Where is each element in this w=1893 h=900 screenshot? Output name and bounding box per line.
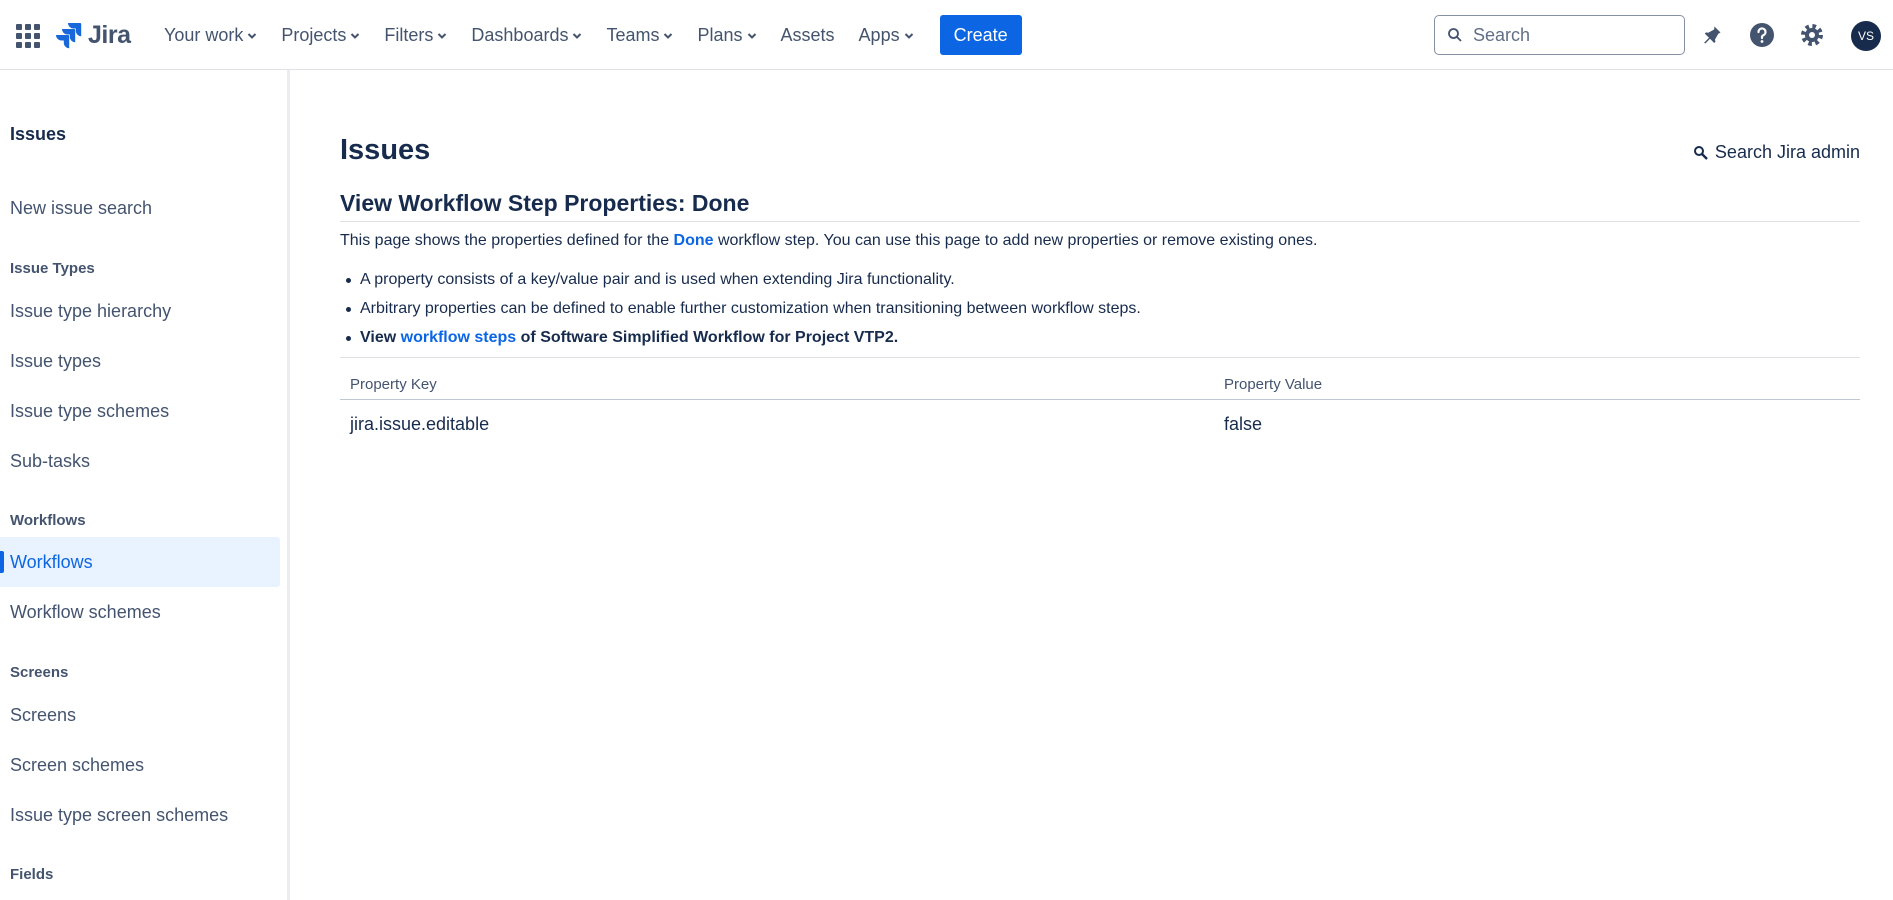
search-icon — [1448, 28, 1462, 42]
nav-filters[interactable]: Filters — [372, 19, 459, 51]
sidebar-item-label: Screens — [10, 704, 77, 725]
chevron-down-icon — [351, 33, 360, 39]
brand-name: Jira — [88, 20, 131, 49]
sidebar-item-label: Issue types — [10, 350, 102, 371]
sidebar-item-label: Issue type screen schemes — [10, 804, 229, 825]
property-value-cell: false — [1224, 414, 1263, 434]
list-item: View workflow steps of Software Simplifi… — [340, 326, 1141, 350]
table-row: jira.issue.editable false — [340, 400, 1860, 448]
sidebar-item-label: Workflow schemes — [10, 601, 161, 622]
sidebar-item-issue-type-hierarchy[interactable]: Issue type hierarchy — [0, 286, 280, 336]
sidebar-group-fields: Fields — [10, 866, 54, 883]
notifications-icon[interactable] — [1697, 20, 1727, 50]
sidebar-item-workflow-schemes[interactable]: Workflow schemes — [0, 587, 280, 637]
sidebar-item-workflows[interactable]: Workflows — [0, 537, 280, 587]
nav-plans-label: Plans — [697, 24, 743, 45]
nav-apps-label: Apps — [858, 24, 900, 45]
sidebar-item-screens[interactable]: Screens — [0, 690, 280, 740]
chevron-down-icon — [664, 33, 673, 39]
sidebar-item-label: Workflows — [10, 551, 93, 572]
jira-logo[interactable]: Jira — [54, 20, 131, 50]
search-icon — [1693, 145, 1708, 160]
create-button[interactable]: Create — [939, 15, 1022, 55]
top-navigation: Jira Your work Projects Filters Dashboar… — [0, 0, 1893, 70]
sidebar-item-sub-tasks[interactable]: Sub-tasks — [0, 436, 280, 486]
sidebar: Issues New issue search Issue Types Issu… — [0, 70, 290, 900]
nav-dashboards[interactable]: Dashboards — [459, 19, 594, 51]
nav-your-work-label: Your work — [164, 24, 244, 45]
nav-teams-label: Teams — [606, 24, 660, 45]
nav-plans[interactable]: Plans — [685, 19, 768, 51]
sidebar-item-issue-type-schemes[interactable]: Issue type schemes — [0, 386, 280, 436]
search-input[interactable] — [1473, 24, 1673, 46]
chevron-down-icon — [248, 33, 257, 39]
properties-table: Property Key Property Value jira.issue.e… — [340, 357, 1860, 447]
done-step-link[interactable]: Done — [674, 232, 714, 249]
nav-projects-label: Projects — [281, 24, 347, 45]
page-description: This page shows the properties defined f… — [340, 232, 1317, 250]
sidebar-item-issue-types[interactable]: Issue types — [0, 336, 280, 386]
nav-dashboards-label: Dashboards — [471, 24, 569, 45]
avatar[interactable]: VS — [1851, 21, 1881, 51]
sidebar-title: Issues — [10, 124, 67, 144]
chevron-down-icon — [747, 33, 756, 39]
nav-apps[interactable]: Apps — [847, 19, 926, 51]
help-icon[interactable] — [1747, 20, 1777, 50]
sidebar-item-label: Sub-tasks — [10, 450, 91, 471]
column-header-property-value: Property Value — [1214, 357, 1860, 400]
search-jira-admin-label: Search Jira admin — [1714, 142, 1860, 162]
list-item-text: of Software Simplified Workflow for Proj… — [516, 329, 899, 346]
chevron-down-icon — [573, 33, 582, 39]
nav-projects[interactable]: Projects — [269, 19, 372, 51]
sidebar-group-issue-types: Issue Types — [10, 260, 95, 277]
description-text: workflow step. You can use this page to … — [713, 232, 1318, 249]
chevron-down-icon — [438, 33, 447, 39]
list-item-text: View — [360, 329, 401, 346]
sidebar-item-label: New issue search — [10, 197, 153, 218]
nav-teams[interactable]: Teams — [594, 19, 685, 51]
search-jira-admin-button[interactable]: Search Jira admin — [1693, 142, 1860, 163]
section-title: View Workflow Step Properties: Done — [340, 190, 1860, 222]
sidebar-item-new-issue-search[interactable]: New issue search — [0, 183, 280, 233]
sidebar-item-issue-type-screen-schemes[interactable]: Issue type screen schemes — [0, 790, 280, 840]
chevron-down-icon — [904, 33, 913, 39]
info-list: A property consists of a key/value pair … — [340, 268, 1141, 350]
page-title: Issues — [340, 134, 431, 166]
nav-assets-label: Assets — [780, 24, 835, 45]
list-item: A property consists of a key/value pair … — [340, 268, 1141, 297]
table-header-row: Property Key Property Value — [340, 357, 1860, 400]
sidebar-item-screen-schemes[interactable]: Screen schemes — [0, 740, 280, 790]
sidebar-group-screens: Screens — [10, 664, 69, 681]
workflow-steps-link[interactable]: workflow steps — [401, 329, 517, 346]
description-text: This page shows the properties defined f… — [340, 232, 674, 249]
property-key-cell: jira.issue.editable — [350, 414, 490, 434]
settings-icon[interactable] — [1797, 20, 1827, 50]
list-item: Arbitrary properties can be defined to e… — [340, 297, 1141, 326]
sidebar-item-label: Issue type hierarchy — [10, 300, 172, 321]
sidebar-group-workflows: Workflows — [10, 512, 86, 529]
jira-logo-icon — [56, 23, 82, 49]
column-header-property-key: Property Key — [340, 357, 1214, 400]
nav-your-work[interactable]: Your work — [152, 19, 269, 51]
primary-nav: Your work Projects Filters Dashboards Te… — [152, 15, 1022, 55]
nav-assets[interactable]: Assets — [769, 19, 847, 51]
search-box[interactable] — [1434, 15, 1685, 55]
sidebar-item-label: Issue type schemes — [10, 400, 170, 421]
app-switcher-icon[interactable] — [16, 24, 40, 48]
sidebar-item-label: Screen schemes — [10, 754, 145, 775]
nav-filters-label: Filters — [384, 24, 434, 45]
